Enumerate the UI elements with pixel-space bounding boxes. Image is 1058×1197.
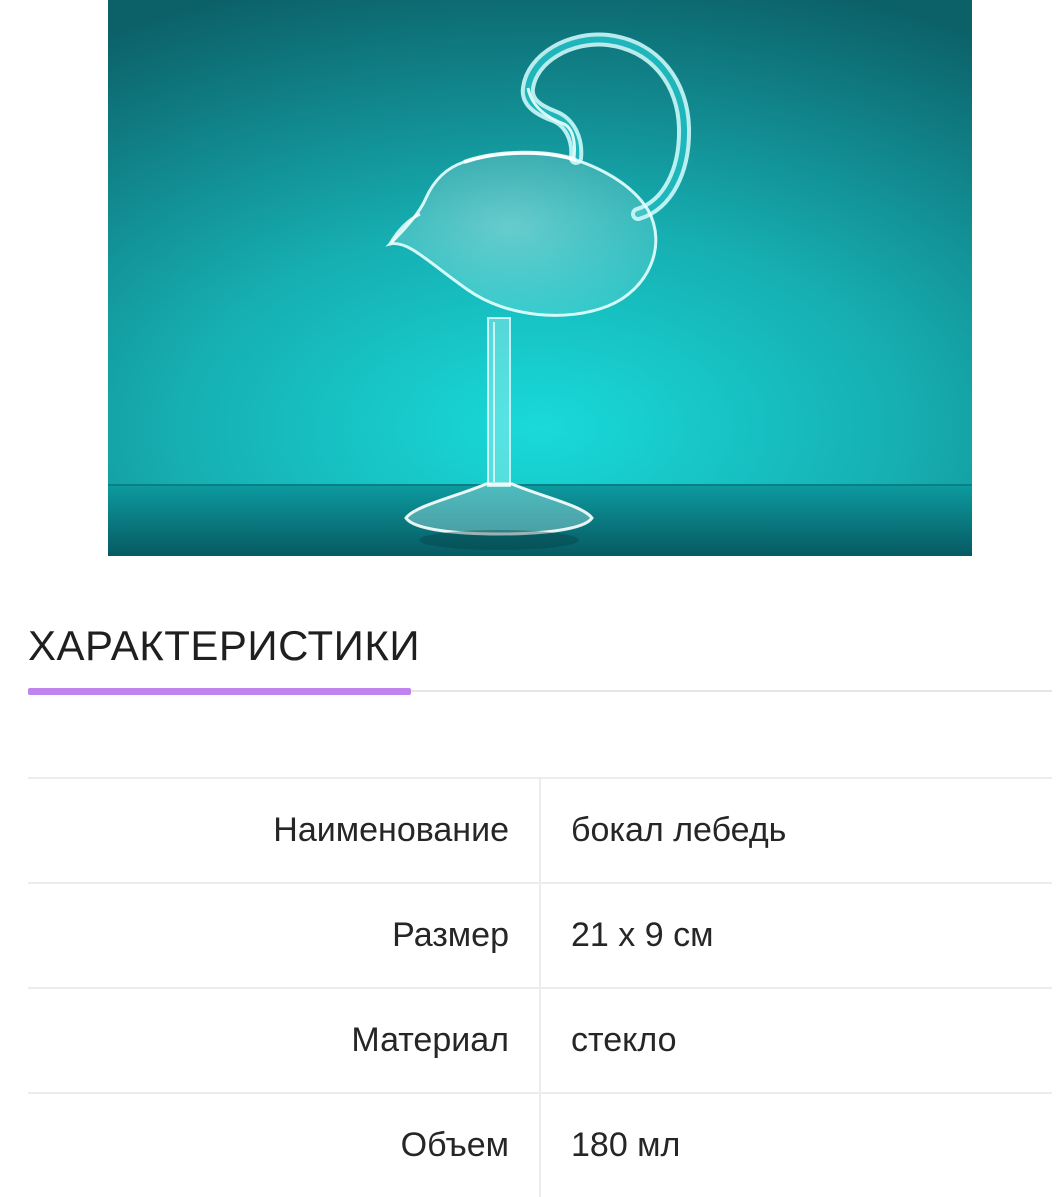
spec-label-size: Размер (28, 883, 541, 988)
product-image (108, 0, 972, 556)
title-underline-accent (28, 688, 411, 695)
table-row: Размер 21 х 9 см (28, 883, 1052, 988)
spec-label-material: Материал (28, 988, 541, 1093)
specs-table: Наименование бокал лебедь Размер 21 х 9 … (28, 777, 1052, 1197)
spec-label-volume: Объем (28, 1093, 541, 1197)
spec-value-volume: 180 мл (571, 1126, 681, 1164)
spec-label-name: Наименование (28, 778, 541, 883)
spec-value-size: 21 х 9 см (571, 916, 714, 954)
table-row: Объем 180 мл (28, 1093, 1052, 1197)
table-row: Наименование бокал лебедь (28, 778, 1052, 883)
spec-value-name: бокал лебедь (571, 811, 787, 849)
spec-value-material: стекло (571, 1021, 677, 1059)
table-row: Материал стекло (28, 988, 1052, 1093)
section-title: ХАРАКТЕРИСТИКИ (28, 622, 421, 669)
